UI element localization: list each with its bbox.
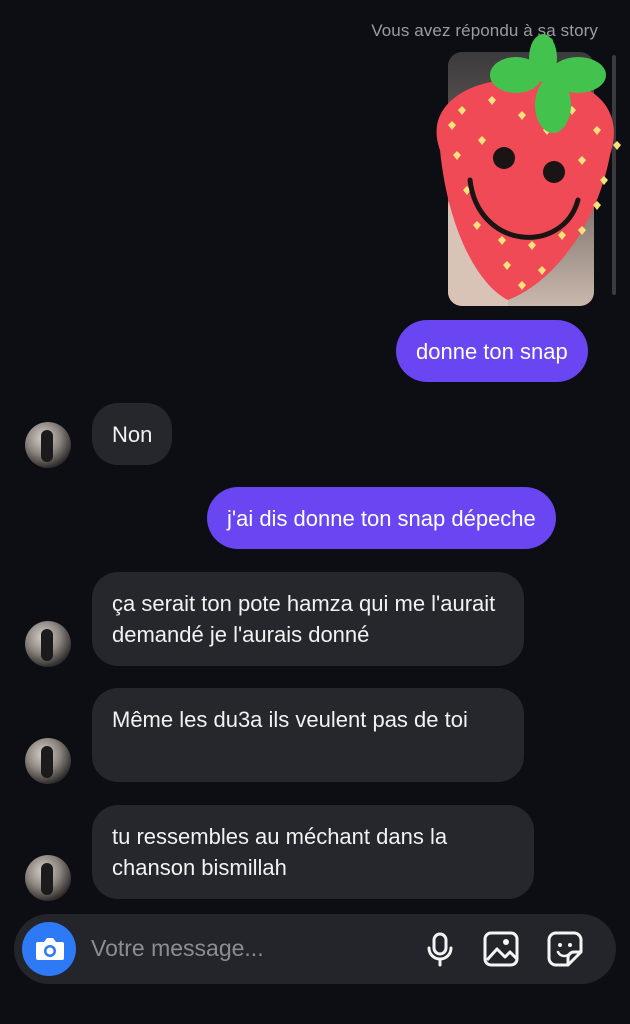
camera-button[interactable] xyxy=(22,922,76,976)
contact-avatar[interactable] xyxy=(25,855,71,901)
message-input[interactable]: Votre message... xyxy=(91,935,264,962)
message-composer[interactable]: Votre message... xyxy=(14,914,616,984)
contact-avatar[interactable] xyxy=(25,621,71,667)
message-bubble-incoming[interactable]: ça serait ton pote hamza qui me l'aurait… xyxy=(92,572,524,666)
microphone-icon[interactable] xyxy=(421,930,459,968)
contact-avatar[interactable] xyxy=(25,738,71,784)
message-bubble-incoming[interactable]: tu ressembles au méchant dans la chanson… xyxy=(92,805,534,899)
sticker-icon[interactable] xyxy=(546,930,584,968)
message-bubble-outgoing[interactable]: donne ton snap xyxy=(396,320,588,382)
message-bubble-outgoing[interactable]: j'ai dis donne ton snap dépeche xyxy=(207,487,556,549)
contact-avatar[interactable] xyxy=(25,422,71,468)
message-bubble-incoming[interactable]: Même les du3a ils veulent pas de toi xyxy=(92,688,524,782)
strawberry-sticker-icon xyxy=(436,34,621,300)
camera-icon xyxy=(36,938,64,960)
message-bubble-incoming[interactable]: Non xyxy=(92,403,173,465)
image-icon[interactable] xyxy=(482,930,520,968)
